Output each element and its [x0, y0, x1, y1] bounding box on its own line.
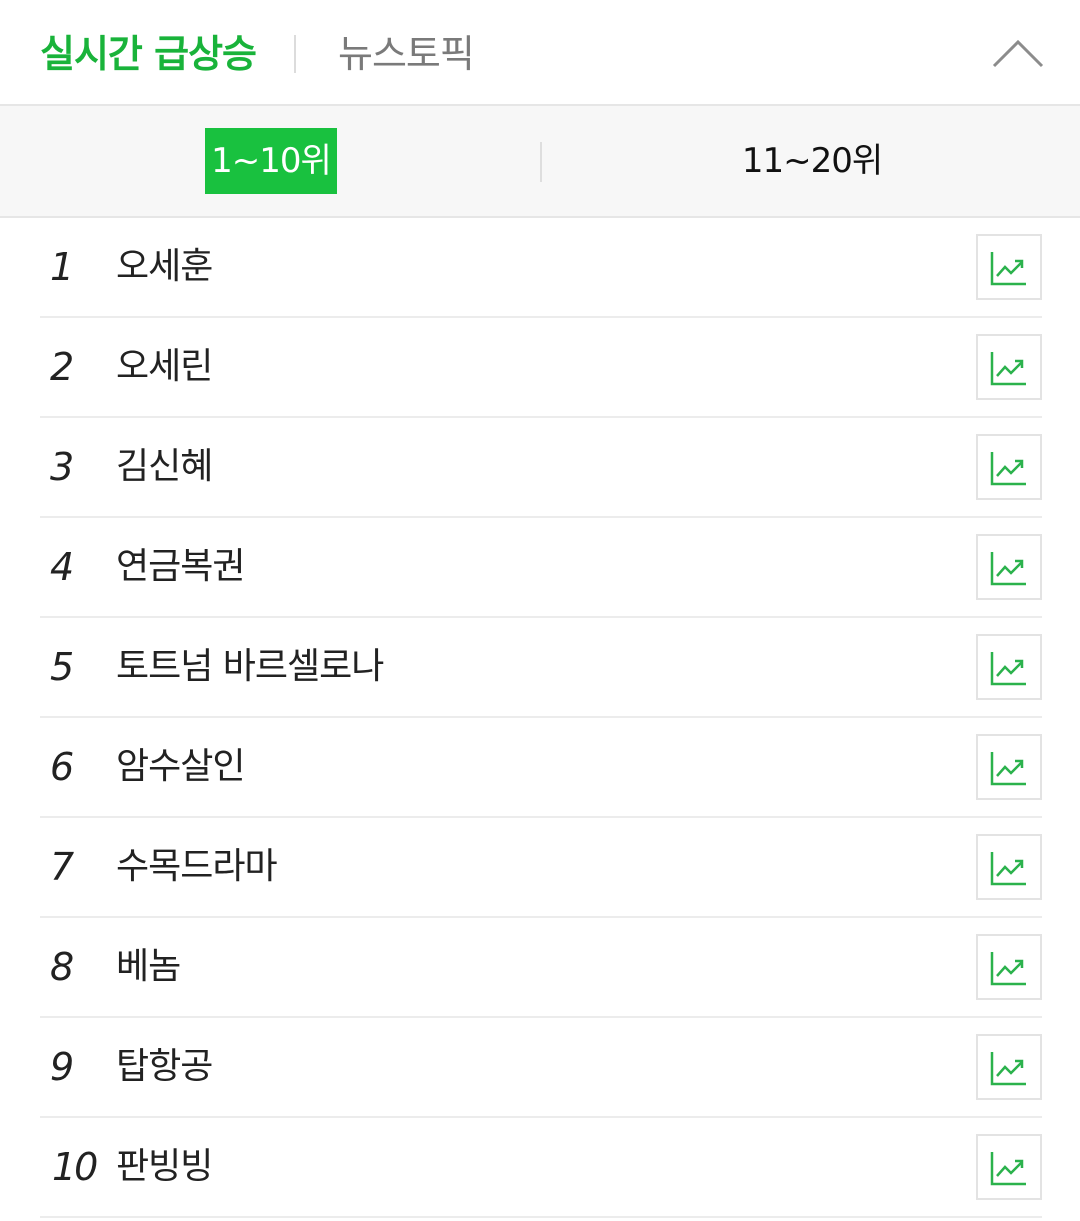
- rank-number: 9: [50, 1045, 75, 1089]
- keyword-row-10[interactable]: 10 판빙빙: [40, 1118, 1042, 1218]
- keyword-text[interactable]: 연금복권: [116, 542, 245, 592]
- trend-chart-icon: [990, 452, 1026, 486]
- trend-chart-icon: [990, 952, 1026, 986]
- trend-chart-icon: [990, 652, 1026, 686]
- chevron-up-icon: [992, 39, 1044, 68]
- rank-number: 7: [50, 845, 75, 889]
- trend-chart-icon: [990, 1052, 1026, 1086]
- keyword-text[interactable]: 판빙빙: [116, 1142, 213, 1192]
- keyword-row-2[interactable]: 2 오세린: [40, 318, 1042, 418]
- rank-range-bar: 1~10위 11~20위: [0, 106, 1080, 218]
- keyword-text[interactable]: 암수살인: [116, 742, 245, 792]
- keyword-row-4[interactable]: 4 연금복권: [40, 518, 1042, 618]
- keyword-row-1[interactable]: 1 오세훈: [40, 218, 1042, 318]
- keyword-text[interactable]: 오세린: [116, 342, 213, 392]
- trend-chart-button[interactable]: [976, 234, 1042, 300]
- keyword-row-7[interactable]: 7 수목드라마: [40, 818, 1042, 918]
- keyword-row-5[interactable]: 5 토트넘 바르셀로나: [40, 618, 1042, 718]
- widget-header: 실시간 급상승 뉴스토픽: [0, 0, 1080, 106]
- trend-chart-button[interactable]: [976, 434, 1042, 500]
- trend-chart-icon: [990, 252, 1026, 286]
- rank-number: 3: [50, 445, 75, 489]
- rank-number: 4: [50, 545, 75, 589]
- range-divider: [540, 142, 542, 182]
- trend-chart-button[interactable]: [976, 1034, 1042, 1100]
- keyword-text[interactable]: 오세훈: [116, 242, 213, 292]
- trend-chart-button[interactable]: [976, 734, 1042, 800]
- keyword-text[interactable]: 김신혜: [116, 442, 213, 492]
- keyword-row-9[interactable]: 9 탑항공: [40, 1018, 1042, 1118]
- tab-divider: [294, 35, 296, 73]
- collapse-button[interactable]: [990, 36, 1046, 70]
- trend-chart-icon: [990, 352, 1026, 386]
- trend-chart-icon: [990, 852, 1026, 886]
- rank-number: 2: [50, 345, 75, 389]
- rank-number: 8: [50, 945, 75, 989]
- trend-chart-button[interactable]: [976, 634, 1042, 700]
- keyword-row-3[interactable]: 3 김신혜: [40, 418, 1042, 518]
- keyword-row-8[interactable]: 8 베놈: [40, 918, 1042, 1018]
- trend-chart-icon: [990, 752, 1026, 786]
- trend-chart-button[interactable]: [976, 934, 1042, 1000]
- tab-realtime-rising[interactable]: 실시간 급상승: [40, 28, 257, 80]
- tab-news-topic[interactable]: 뉴스토픽: [338, 28, 475, 80]
- rank-number: 1: [50, 245, 75, 289]
- keyword-text[interactable]: 토트넘 바르셀로나: [116, 642, 384, 692]
- keyword-row-6[interactable]: 6 암수살인: [40, 718, 1042, 818]
- trend-chart-button[interactable]: [976, 834, 1042, 900]
- trend-chart-icon: [990, 1152, 1026, 1186]
- trend-chart-icon: [990, 552, 1026, 586]
- keyword-text[interactable]: 수목드라마: [116, 842, 278, 892]
- realtime-trending-widget: 실시간 급상승 뉴스토픽 1~10위 11~20위 1 오세훈 2 오세린 3 …: [0, 0, 1080, 1221]
- range-11-20-button[interactable]: 11~20위: [740, 128, 884, 194]
- keyword-list: 1 오세훈 2 오세린 3 김신혜 4 연금복권 5 토트넘 바르셀로나 6 암…: [0, 218, 1080, 1218]
- trend-chart-button[interactable]: [976, 1134, 1042, 1200]
- rank-number: 6: [50, 745, 75, 789]
- range-1-10-button[interactable]: 1~10위: [205, 128, 337, 194]
- rank-number: 5: [50, 645, 75, 689]
- trend-chart-button[interactable]: [976, 334, 1042, 400]
- rank-number: 10: [52, 1145, 98, 1189]
- keyword-text[interactable]: 탑항공: [116, 1042, 213, 1092]
- keyword-text[interactable]: 베놈: [116, 942, 181, 992]
- trend-chart-button[interactable]: [976, 534, 1042, 600]
